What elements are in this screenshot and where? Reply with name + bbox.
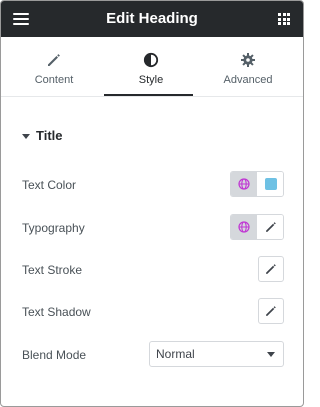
- typography-edit-button[interactable]: [258, 215, 283, 239]
- text-stroke-edit-button[interactable]: [258, 256, 284, 282]
- caret-down-icon: [22, 134, 30, 139]
- tab-style-label: Style: [138, 74, 164, 86]
- text-color-global-button[interactable]: [231, 172, 257, 196]
- panel-header: Edit Heading: [1, 1, 303, 37]
- tab-style[interactable]: Style: [101, 37, 201, 97]
- color-swatch: [265, 178, 277, 190]
- section-title: Title: [36, 128, 63, 143]
- editor-panel: Edit Heading Content Style Advanced Titl…: [0, 0, 304, 407]
- half-circle-contrast-icon: [143, 52, 159, 68]
- text-shadow-edit-button[interactable]: [258, 298, 284, 324]
- pencil-icon: [266, 222, 276, 232]
- text-stroke-label: Text Stroke: [22, 263, 83, 277]
- text-color-label: Text Color: [22, 178, 77, 192]
- tab-advanced-label: Advanced: [223, 74, 273, 86]
- pencil-icon: [266, 306, 276, 316]
- tab-content-label: Content: [34, 74, 74, 86]
- text-color-control: [230, 171, 284, 197]
- globe-icon: [238, 178, 250, 190]
- blend-mode-value: Normal: [156, 347, 195, 361]
- pencil-icon: [266, 264, 276, 274]
- typography-global-button[interactable]: [231, 215, 257, 239]
- blend-mode-select[interactable]: Normal: [149, 341, 284, 367]
- panel-tabs: Content Style Advanced: [1, 37, 303, 97]
- typography-label: Typography: [22, 221, 85, 235]
- caret-down-icon: [267, 352, 275, 357]
- gear-icon: [241, 53, 255, 67]
- globe-icon: [238, 221, 250, 233]
- pencil-icon: [48, 54, 60, 66]
- tab-content[interactable]: Content: [4, 37, 104, 97]
- text-shadow-label: Text Shadow: [22, 305, 91, 319]
- tab-advanced[interactable]: Advanced: [198, 37, 298, 97]
- text-color-picker-button[interactable]: [258, 172, 283, 196]
- blend-mode-label: Blend Mode: [22, 348, 87, 362]
- active-tab-indicator: [104, 94, 193, 96]
- panel-title: Edit Heading: [106, 10, 198, 27]
- typography-control: [230, 214, 284, 240]
- grid-apps-icon[interactable]: [278, 13, 290, 25]
